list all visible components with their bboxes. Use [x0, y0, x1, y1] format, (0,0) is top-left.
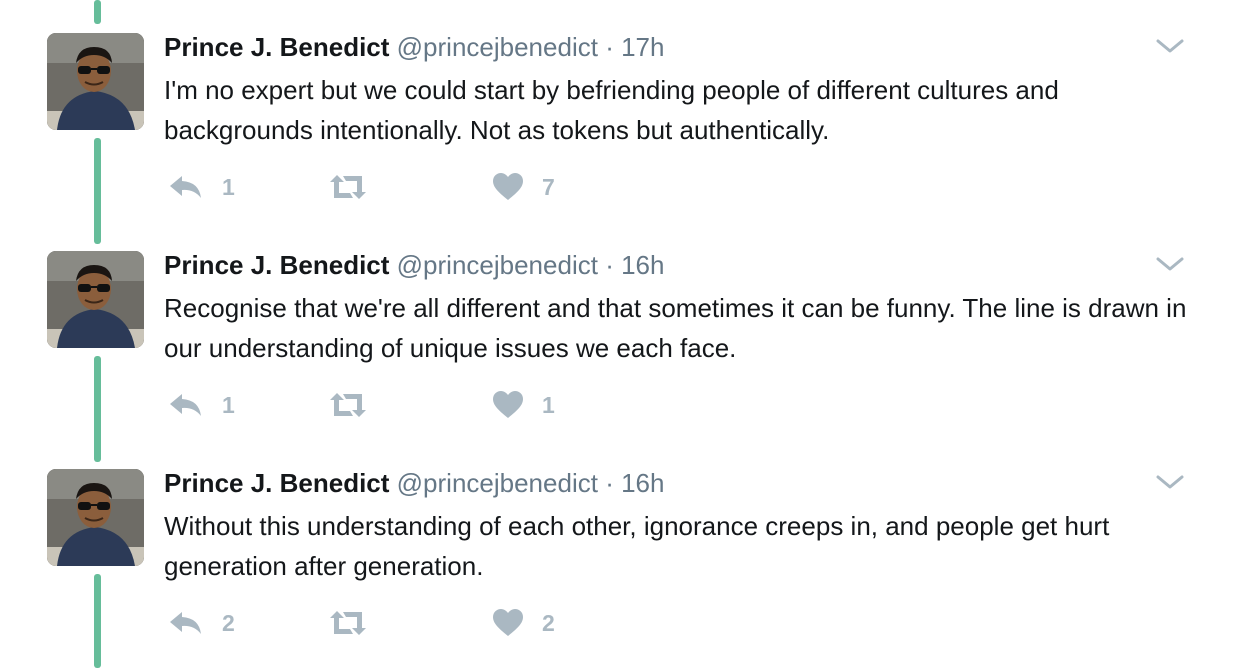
like-button[interactable]: 2 [492, 606, 555, 640]
tweet-text: I'm no expert but we could start by befr… [164, 75, 1059, 145]
author-name[interactable]: Prince J. Benedict [164, 32, 389, 62]
reply-count: 2 [222, 609, 235, 636]
heart-icon [493, 609, 523, 636]
tweet-header: Prince J. Benedict @princejbenedict · 16… [164, 248, 664, 282]
separator: · [605, 32, 614, 62]
tweet-actions: 2 2 [164, 606, 584, 640]
timestamp[interactable]: 16h [621, 468, 664, 498]
separator: · [605, 250, 614, 280]
separator: · [605, 468, 614, 498]
author-handle[interactable]: @princejbenedict [397, 32, 598, 62]
tweet-header: Prince J. Benedict @princejbenedict · 16… [164, 466, 664, 500]
retweet-button[interactable] [328, 388, 386, 422]
chevron-down-icon[interactable] [1155, 254, 1185, 274]
like-button[interactable]: 7 [492, 170, 555, 204]
tweet-text: Recognise that we're all different and t… [164, 293, 1187, 363]
like-count: 2 [542, 609, 555, 636]
timestamp[interactable]: 16h [621, 250, 664, 280]
chevron-down-icon[interactable] [1155, 472, 1185, 492]
tweet-header: Prince J. Benedict @princejbenedict · 17… [164, 30, 664, 64]
avatar[interactable] [47, 33, 144, 130]
chevron-down-icon[interactable] [1155, 36, 1185, 56]
author-handle[interactable]: @princejbenedict [397, 468, 598, 498]
reply-button[interactable]: 1 [168, 388, 235, 422]
reply-count: 1 [222, 391, 235, 418]
like-count: 1 [542, 391, 555, 418]
reply-button[interactable]: 2 [168, 606, 235, 640]
reply-icon [170, 176, 201, 198]
heart-icon [493, 391, 523, 418]
timestamp[interactable]: 17h [621, 32, 664, 62]
avatar[interactable] [47, 251, 144, 348]
tweet[interactable]: Prince J. Benedict @princejbenedict · 16… [0, 218, 1248, 436]
author-handle[interactable]: @princejbenedict [397, 250, 598, 280]
tweet-actions: 1 1 [164, 388, 584, 422]
tweet[interactable]: Prince J. Benedict @princejbenedict · 16… [0, 436, 1248, 654]
retweet-button[interactable] [328, 606, 386, 640]
retweet-icon [330, 611, 366, 635]
reply-icon [170, 394, 201, 416]
like-count: 7 [542, 173, 555, 200]
reply-button[interactable]: 1 [168, 170, 235, 204]
heart-icon [493, 173, 523, 200]
retweet-button[interactable] [328, 170, 386, 204]
retweet-icon [330, 175, 366, 199]
avatar[interactable] [47, 469, 144, 566]
author-name[interactable]: Prince J. Benedict [164, 468, 389, 498]
reply-icon [170, 612, 201, 634]
tweet[interactable]: Prince J. Benedict @princejbenedict · 17… [0, 0, 1248, 218]
tweet-text: Without this understanding of each other… [164, 511, 1110, 581]
author-name[interactable]: Prince J. Benedict [164, 250, 389, 280]
like-button[interactable]: 1 [492, 388, 555, 422]
tweet-actions: 1 7 [164, 170, 584, 204]
retweet-icon [330, 393, 366, 417]
reply-count: 1 [222, 173, 235, 200]
